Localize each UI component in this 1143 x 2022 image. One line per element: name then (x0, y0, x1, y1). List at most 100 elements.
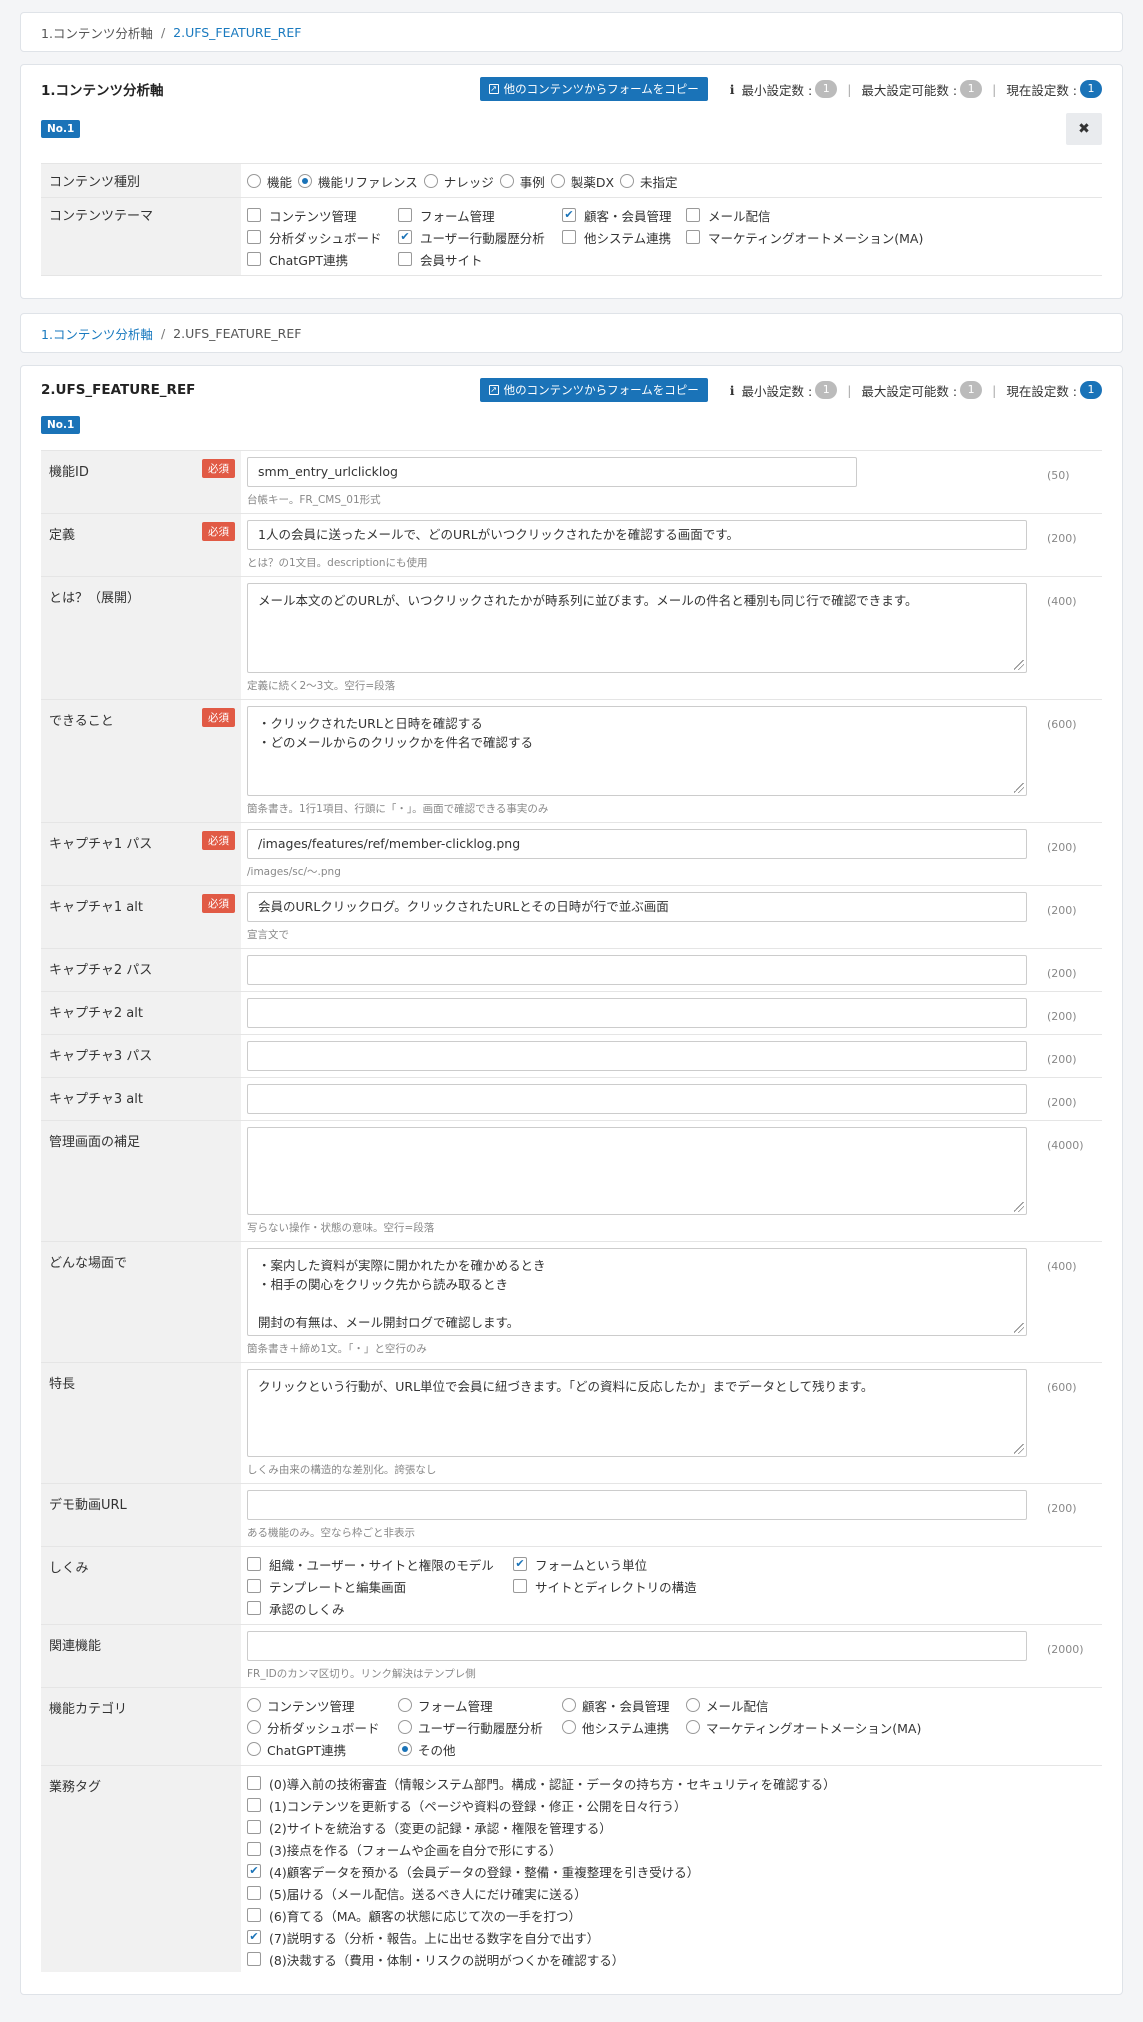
radio-button[interactable] (247, 1742, 261, 1756)
content-type-option[interactable]: 機能リファレンス (298, 170, 418, 192)
checkbox[interactable] (513, 1579, 527, 1593)
tag-option[interactable]: (3)接点を作る（フォームや企画を自分で形にする） (247, 1838, 836, 1860)
checkbox[interactable] (247, 1930, 261, 1944)
tag-option[interactable]: (0)導入前の技術審査（情報システム部門。構成・認証・データの持ち方・セキュリテ… (247, 1772, 836, 1794)
radio-button[interactable] (499, 174, 514, 188)
mechanism-option[interactable]: フォームという単位 (513, 1553, 713, 1575)
capture3-alt-input[interactable] (247, 1084, 1027, 1114)
checkbox[interactable] (247, 1952, 261, 1966)
radio-button[interactable] (550, 174, 565, 188)
whatis-textarea[interactable]: メール本文のどのURLが、いつクリックされたかが時系列に並びます。メールの件名と… (247, 583, 1027, 673)
tag-option[interactable]: (7)説明する（分析・報告。上に出せる数字を自分で出す） (247, 1926, 836, 1948)
feature-id-input[interactable]: smm_entry_urlclicklog (247, 457, 857, 487)
copy-form-button[interactable]: ↗ 他のコンテンツからフォームをコピー (479, 77, 708, 101)
scene-textarea[interactable]: ・案内した資料が実際に開かれたかを確かめるとき ・相手の関心をクリック先から読み… (247, 1248, 1027, 1336)
tag-option[interactable]: (6)育てる（MA。顧客の状態に応じて次の一手を打つ） (247, 1904, 836, 1926)
checkbox[interactable] (686, 230, 700, 244)
radio-button[interactable] (562, 1698, 576, 1712)
mechanism-option[interactable]: サイトとディレクトリの構造 (513, 1575, 713, 1597)
content-theme-option[interactable]: 分析ダッシュボード (247, 226, 392, 248)
capture3-path-input[interactable] (247, 1041, 1027, 1071)
tag-option[interactable]: (1)コンテンツを更新する（ページや資料の登録・修正・公開を日々行う） (247, 1794, 836, 1816)
checkbox[interactable] (562, 230, 576, 244)
content-type-option[interactable]: 未指定 (620, 170, 678, 192)
content-theme-option[interactable]: ChatGPT連携 (247, 248, 392, 270)
can-do-textarea[interactable]: ・クリックされたURLと日時を確認する ・どのメールからのクリックかを件名で確認… (247, 706, 1027, 796)
checkbox[interactable] (247, 1886, 261, 1900)
capture1-path-input[interactable]: /images/features/ref/member-clicklog.png (247, 829, 1027, 859)
category-option[interactable]: 分析ダッシュボード (247, 1716, 392, 1738)
radio-button[interactable] (398, 1720, 412, 1734)
mechanism-option[interactable]: 承認のしくみ (247, 1597, 507, 1619)
radio-button[interactable] (620, 174, 635, 188)
definition-input[interactable]: 1人の会員に送ったメールで、どのURLがいつクリックされたかを確認する画面です。 (247, 520, 1027, 550)
tag-option[interactable]: (4)顧客データを預かる（会員データの登録・整備・重複整理を引き受ける） (247, 1860, 836, 1882)
content-theme-option[interactable]: マーケティングオートメーション(MA) (686, 226, 936, 248)
tag-option[interactable]: (2)サイトを統治する（変更の記録・承認・権限を管理する） (247, 1816, 836, 1838)
checkbox[interactable] (247, 1908, 261, 1922)
capture2-path-input[interactable] (247, 955, 1027, 985)
checkbox[interactable] (247, 1557, 261, 1571)
checkbox[interactable] (398, 208, 412, 222)
content-theme-option[interactable]: 顧客・会員管理 (562, 204, 680, 226)
checkbox[interactable] (562, 208, 576, 222)
checkbox[interactable] (247, 1601, 261, 1615)
related-input[interactable] (247, 1631, 1027, 1661)
category-option[interactable]: コンテンツ管理 (247, 1694, 392, 1716)
checkbox[interactable] (247, 1579, 261, 1593)
radio-button[interactable] (247, 1720, 261, 1734)
content-type-option[interactable]: 機能 (247, 170, 292, 192)
radio-button[interactable] (298, 174, 313, 188)
checkbox[interactable] (398, 230, 412, 244)
admin-note-textarea[interactable] (247, 1127, 1027, 1215)
radio-button[interactable] (247, 174, 261, 188)
category-option[interactable]: メール配信 (686, 1694, 936, 1716)
checkbox[interactable] (513, 1557, 527, 1571)
tag-option[interactable]: (5)届ける（メール配信。送るべき人にだけ確実に送る） (247, 1882, 836, 1904)
content-theme-option[interactable]: フォーム管理 (398, 204, 556, 226)
breadcrumb-link-feature-ref[interactable]: 2.UFS_FEATURE_REF (173, 25, 301, 40)
mechanism-option[interactable]: 組織・ユーザー・サイトと権限のモデル (247, 1553, 507, 1575)
content-theme-option[interactable]: コンテンツ管理 (247, 204, 392, 226)
checkbox[interactable] (247, 252, 261, 266)
feature-textarea[interactable]: クリックという行動が、URL単位で会員に紐づきます。「どの資料に反応したか」まで… (247, 1369, 1027, 1457)
category-option[interactable]: 他システム連携 (562, 1716, 680, 1738)
checkbox[interactable] (247, 1798, 261, 1812)
content-theme-option[interactable]: メール配信 (686, 204, 936, 226)
radio-button[interactable] (398, 1742, 412, 1756)
checkbox[interactable] (247, 1776, 261, 1790)
category-option[interactable]: マーケティングオートメーション(MA) (686, 1716, 936, 1738)
checkbox[interactable] (247, 208, 261, 222)
tag-option[interactable]: (8)決裁する（費用・体制・リスクの説明がつくかを確認する） (247, 1948, 836, 1970)
content-theme-option[interactable]: 会員サイト (398, 248, 556, 270)
delete-entry-button[interactable]: ✖ (1066, 113, 1102, 145)
checkbox[interactable] (247, 230, 261, 244)
radio-button[interactable] (423, 174, 438, 188)
category-option[interactable]: 顧客・会員管理 (562, 1694, 680, 1716)
capture1-alt-input[interactable]: 会員のURLクリックログ。クリックされたURLとその日時が行で並ぶ画面 (247, 892, 1027, 922)
checkbox[interactable] (247, 1864, 261, 1878)
capture2-alt-input[interactable] (247, 998, 1027, 1028)
checkbox[interactable] (247, 1842, 261, 1856)
content-type-option[interactable]: ナレッジ (423, 170, 494, 192)
radio-button[interactable] (686, 1720, 700, 1734)
category-option[interactable]: ユーザー行動履歴分析 (398, 1716, 556, 1738)
copy-form-button[interactable]: ↗ 他のコンテンツからフォームをコピー (479, 378, 708, 402)
breadcrumb-link-axis[interactable]: 1.コンテンツ分析軸 (41, 324, 153, 343)
category-option[interactable]: フォーム管理 (398, 1694, 556, 1716)
content-theme-option[interactable]: 他システム連携 (562, 226, 680, 248)
demo-url-input[interactable] (247, 1490, 1027, 1520)
category-option[interactable]: ChatGPT連携 (247, 1738, 392, 1760)
category-option[interactable]: その他 (398, 1738, 556, 1760)
checkbox[interactable] (686, 208, 700, 222)
checkbox[interactable] (398, 252, 412, 266)
radio-button[interactable] (247, 1698, 261, 1712)
radio-button[interactable] (562, 1720, 576, 1734)
radio-button[interactable] (398, 1698, 412, 1712)
content-type-option[interactable]: 製薬DX (550, 170, 614, 192)
checkbox[interactable] (247, 1820, 261, 1834)
mechanism-option[interactable]: テンプレートと編集画面 (247, 1575, 507, 1597)
content-type-option[interactable]: 事例 (499, 170, 545, 192)
content-theme-option[interactable]: ユーザー行動履歴分析 (398, 226, 556, 248)
radio-button[interactable] (686, 1698, 700, 1712)
